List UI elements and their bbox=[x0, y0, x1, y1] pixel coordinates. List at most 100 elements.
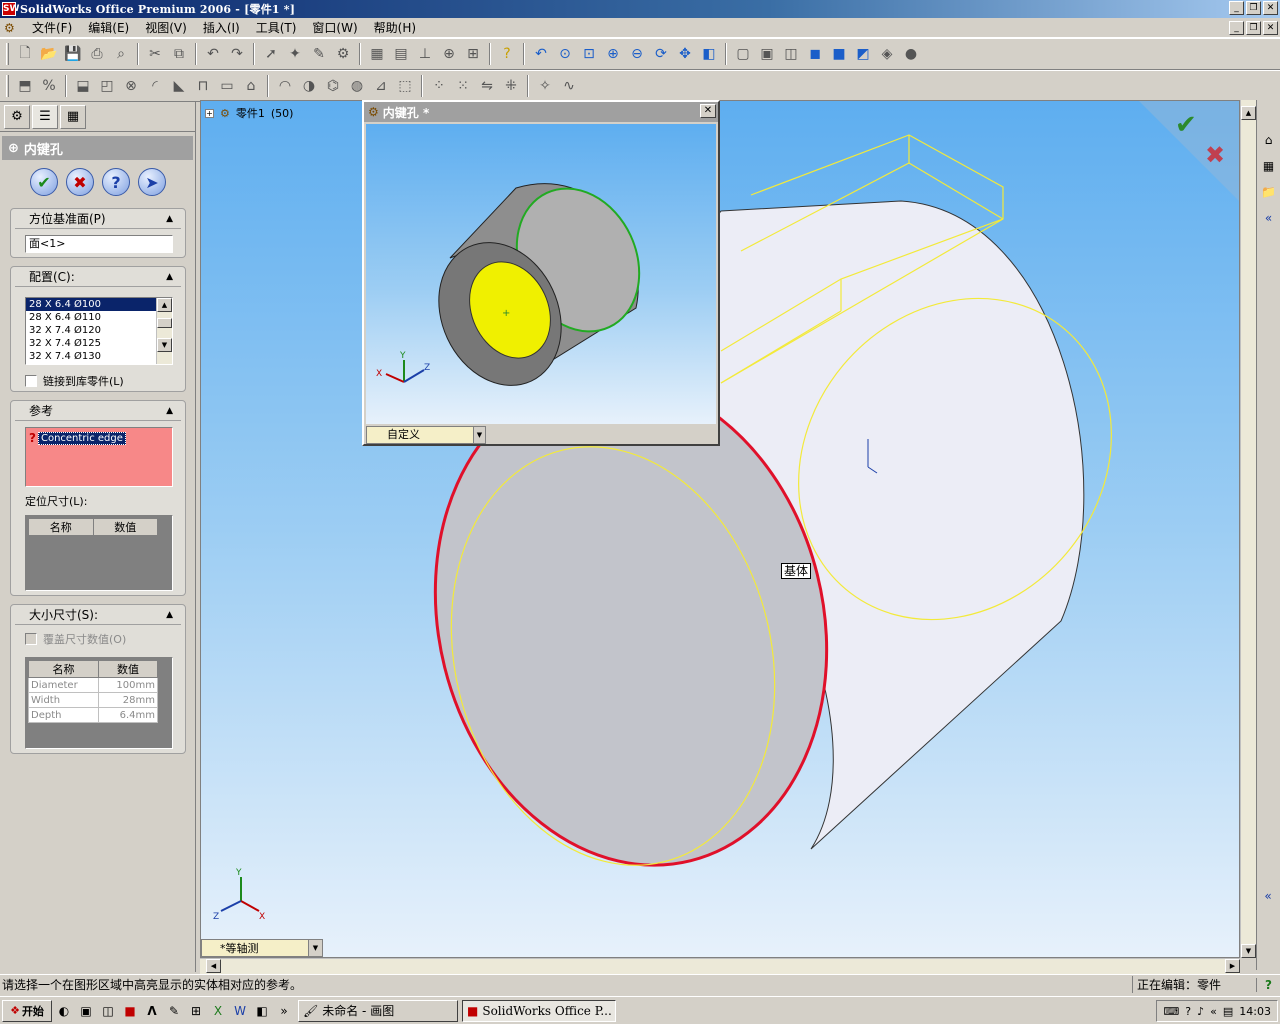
expand-pane-icon[interactable]: « bbox=[1259, 208, 1279, 228]
reference-selection-box[interactable]: ? Concentric edge bbox=[25, 427, 173, 487]
grid-icon[interactable]: ▦ bbox=[367, 44, 387, 64]
graphics-area[interactable]: Y X Z + ⚙ 零件1 (50) ✔ ✖ 基体 *等轴测 ▼ bbox=[200, 100, 1240, 958]
reference-item[interactable]: ? Concentric edge bbox=[29, 431, 126, 445]
zoom-area-icon[interactable]: ⊡ bbox=[579, 44, 599, 64]
cancel-button[interactable]: ✖ bbox=[66, 168, 94, 196]
pin-button[interactable]: ➤ bbox=[138, 168, 166, 196]
help-button[interactable]: ? bbox=[102, 168, 130, 196]
scroll-down-icon[interactable]: ▼ bbox=[1241, 944, 1256, 958]
scale-icon[interactable]: ⊿ bbox=[371, 76, 391, 96]
linear-pattern-icon[interactable]: ⁘ bbox=[429, 76, 449, 96]
deform-icon[interactable]: ◍ bbox=[347, 76, 367, 96]
quick-launch-icon[interactable]: ◐ bbox=[54, 1001, 74, 1021]
quick-launch-icon[interactable]: ◫ bbox=[98, 1001, 118, 1021]
clock[interactable]: 14:03 bbox=[1239, 1005, 1271, 1018]
orientation-plane-field[interactable]: 面<1> bbox=[25, 235, 173, 253]
scroll-right-icon[interactable]: ▶ bbox=[1225, 959, 1240, 973]
rib-icon[interactable]: ⊓ bbox=[193, 76, 213, 96]
extrude-cut-icon[interactable]: ⬓ bbox=[73, 76, 93, 96]
solidworks-app-icon[interactable]: SW bbox=[2, 2, 19, 16]
quick-launch-icon[interactable]: ✎ bbox=[164, 1001, 184, 1021]
dome-icon[interactable]: ◠ bbox=[275, 76, 295, 96]
doc-close-button[interactable]: ✕ bbox=[1263, 21, 1278, 35]
start-button[interactable]: ❖ 开始 bbox=[2, 999, 52, 1022]
rebuild-icon[interactable]: ⚙ bbox=[333, 44, 353, 64]
quick-launch-overflow-icon[interactable]: » bbox=[274, 1001, 294, 1021]
scroll-up-icon[interactable]: ▲ bbox=[1241, 106, 1256, 120]
list-item[interactable]: 32 X 7.4 Ø125 bbox=[26, 337, 157, 350]
quick-launch-icon[interactable]: Λ bbox=[142, 1001, 162, 1021]
scroll-down-icon[interactable]: ▼ bbox=[157, 338, 172, 352]
menu-window[interactable]: 窗口(W) bbox=[304, 19, 365, 36]
options-icon[interactable]: ▤ bbox=[391, 44, 411, 64]
print-icon[interactable]: ⎙ bbox=[87, 44, 107, 64]
close-button[interactable]: ✕ bbox=[1263, 1, 1278, 15]
configuration-list[interactable]: 28 X 6.4 Ø100 28 X 6.4 Ø110 32 X 7.4 Ø12… bbox=[25, 297, 173, 365]
perspective-icon[interactable]: ◈ bbox=[877, 44, 897, 64]
doc-minimize-button[interactable]: _ bbox=[1229, 21, 1244, 35]
sketch-icon[interactable]: ✎ bbox=[309, 44, 329, 64]
link-to-library-row[interactable]: 链接到库零件(L) bbox=[25, 373, 124, 389]
copy-icon[interactable]: ⧉ bbox=[169, 44, 189, 64]
save-icon[interactable]: 💾 bbox=[63, 44, 83, 64]
network-icon[interactable]: ▤ bbox=[1223, 1005, 1233, 1018]
volume-icon[interactable]: ♪ bbox=[1197, 1005, 1204, 1018]
configuration-manager-tab[interactable]: ▦ bbox=[60, 104, 86, 129]
collapse-icon[interactable]: ▲ bbox=[166, 406, 173, 416]
fillet-icon[interactable]: ◜ bbox=[145, 76, 165, 96]
orientation-plane-title[interactable]: 方位基准面(P) ▲ bbox=[15, 209, 181, 229]
link-to-library-checkbox[interactable] bbox=[25, 375, 37, 387]
expand-icon[interactable]: + bbox=[205, 108, 214, 118]
chevron-down-icon[interactable]: ▼ bbox=[473, 427, 485, 443]
quick-launch-icon[interactable]: ◧ bbox=[252, 1001, 272, 1021]
cut-icon[interactable]: ✂ bbox=[145, 44, 165, 64]
extrude-boss-icon[interactable]: ⬒ bbox=[15, 76, 35, 96]
home-icon[interactable]: ⌂ bbox=[1259, 130, 1279, 150]
select-icon[interactable]: ➚ bbox=[261, 44, 281, 64]
zoom-to-fit-icon[interactable]: ⊙ bbox=[555, 44, 575, 64]
scroll-left-icon[interactable]: ◀ bbox=[206, 959, 221, 973]
configuration-title[interactable]: 配置(C): ▲ bbox=[15, 267, 181, 287]
wrap-icon[interactable]: ◑ bbox=[299, 76, 319, 96]
hole-icon[interactable]: ⊗ bbox=[121, 76, 141, 96]
zoom-in-out-icon[interactable]: ⊕ bbox=[603, 44, 623, 64]
quick-launch-icon[interactable]: ⊞ bbox=[186, 1001, 206, 1021]
previous-view-icon[interactable]: ↶ bbox=[531, 44, 551, 64]
open-icon[interactable]: 📂 bbox=[39, 44, 59, 64]
graphics-vertical-scrollbar[interactable]: ▲ ▼ bbox=[1240, 100, 1256, 958]
keyboard-icon[interactable]: ⌨ bbox=[1163, 1005, 1179, 1018]
mirror-icon[interactable]: ⇋ bbox=[477, 76, 497, 96]
doc-restore-button[interactable]: ❐ bbox=[1246, 21, 1261, 35]
new-icon[interactable]: 🗋 bbox=[15, 44, 35, 64]
chamfer-icon[interactable]: ◣ bbox=[169, 76, 189, 96]
curve-driven-pattern-icon[interactable]: ⁜ bbox=[501, 76, 521, 96]
menu-view[interactable]: 视图(V) bbox=[137, 19, 195, 36]
shaded-with-edges-icon[interactable]: ◼ bbox=[805, 44, 825, 64]
list-item[interactable]: 28 X 6.4 Ø100 bbox=[26, 298, 157, 311]
property-manager-tab[interactable]: ☰ bbox=[32, 104, 58, 129]
preview-view-select[interactable]: 自定义 ▼ bbox=[366, 426, 486, 444]
preview-title-bar[interactable]: ⚙ 内键孔 * bbox=[364, 102, 718, 122]
menu-tools[interactable]: 工具(T) bbox=[248, 19, 305, 36]
flex-icon[interactable]: ⌬ bbox=[323, 76, 343, 96]
size-dims-table[interactable]: 名称 数值 Diameter 100mm Width 28mm Depth 6.… bbox=[25, 657, 173, 749]
quick-tips-icon[interactable]: ? bbox=[1256, 977, 1280, 992]
scroll-up-icon[interactable]: ▲ bbox=[157, 298, 172, 312]
rotate-icon[interactable]: ⟳ bbox=[651, 44, 671, 64]
locate-dims-table[interactable]: 名称 数值 bbox=[25, 515, 173, 591]
revolve-cut-icon[interactable]: ◰ bbox=[97, 76, 117, 96]
undo-icon[interactable]: ↶ bbox=[203, 44, 223, 64]
move-body-icon[interactable]: ⬚ bbox=[395, 76, 415, 96]
graphics-horizontal-scrollbar[interactable]: ◀ ▶ bbox=[200, 958, 1240, 974]
draft-icon[interactable]: ⌂ bbox=[241, 76, 261, 96]
model-viewport[interactable]: Y X Z bbox=[201, 101, 1240, 958]
word-icon[interactable]: W bbox=[230, 1001, 250, 1021]
shadows-icon[interactable]: ◩ bbox=[853, 44, 873, 64]
mass-props-icon[interactable]: ⊕ bbox=[439, 44, 459, 64]
realview-icon[interactable]: ● bbox=[901, 44, 921, 64]
collapse-icon[interactable]: ▲ bbox=[166, 610, 173, 620]
print-preview-icon[interactable]: ⌕ bbox=[111, 44, 131, 64]
file-explorer-icon[interactable]: 📁 bbox=[1259, 182, 1279, 202]
hidden-lines-removed-icon[interactable]: ◫ bbox=[781, 44, 801, 64]
task-solidworks[interactable]: ■ SolidWorks Office P... bbox=[462, 999, 616, 1022]
